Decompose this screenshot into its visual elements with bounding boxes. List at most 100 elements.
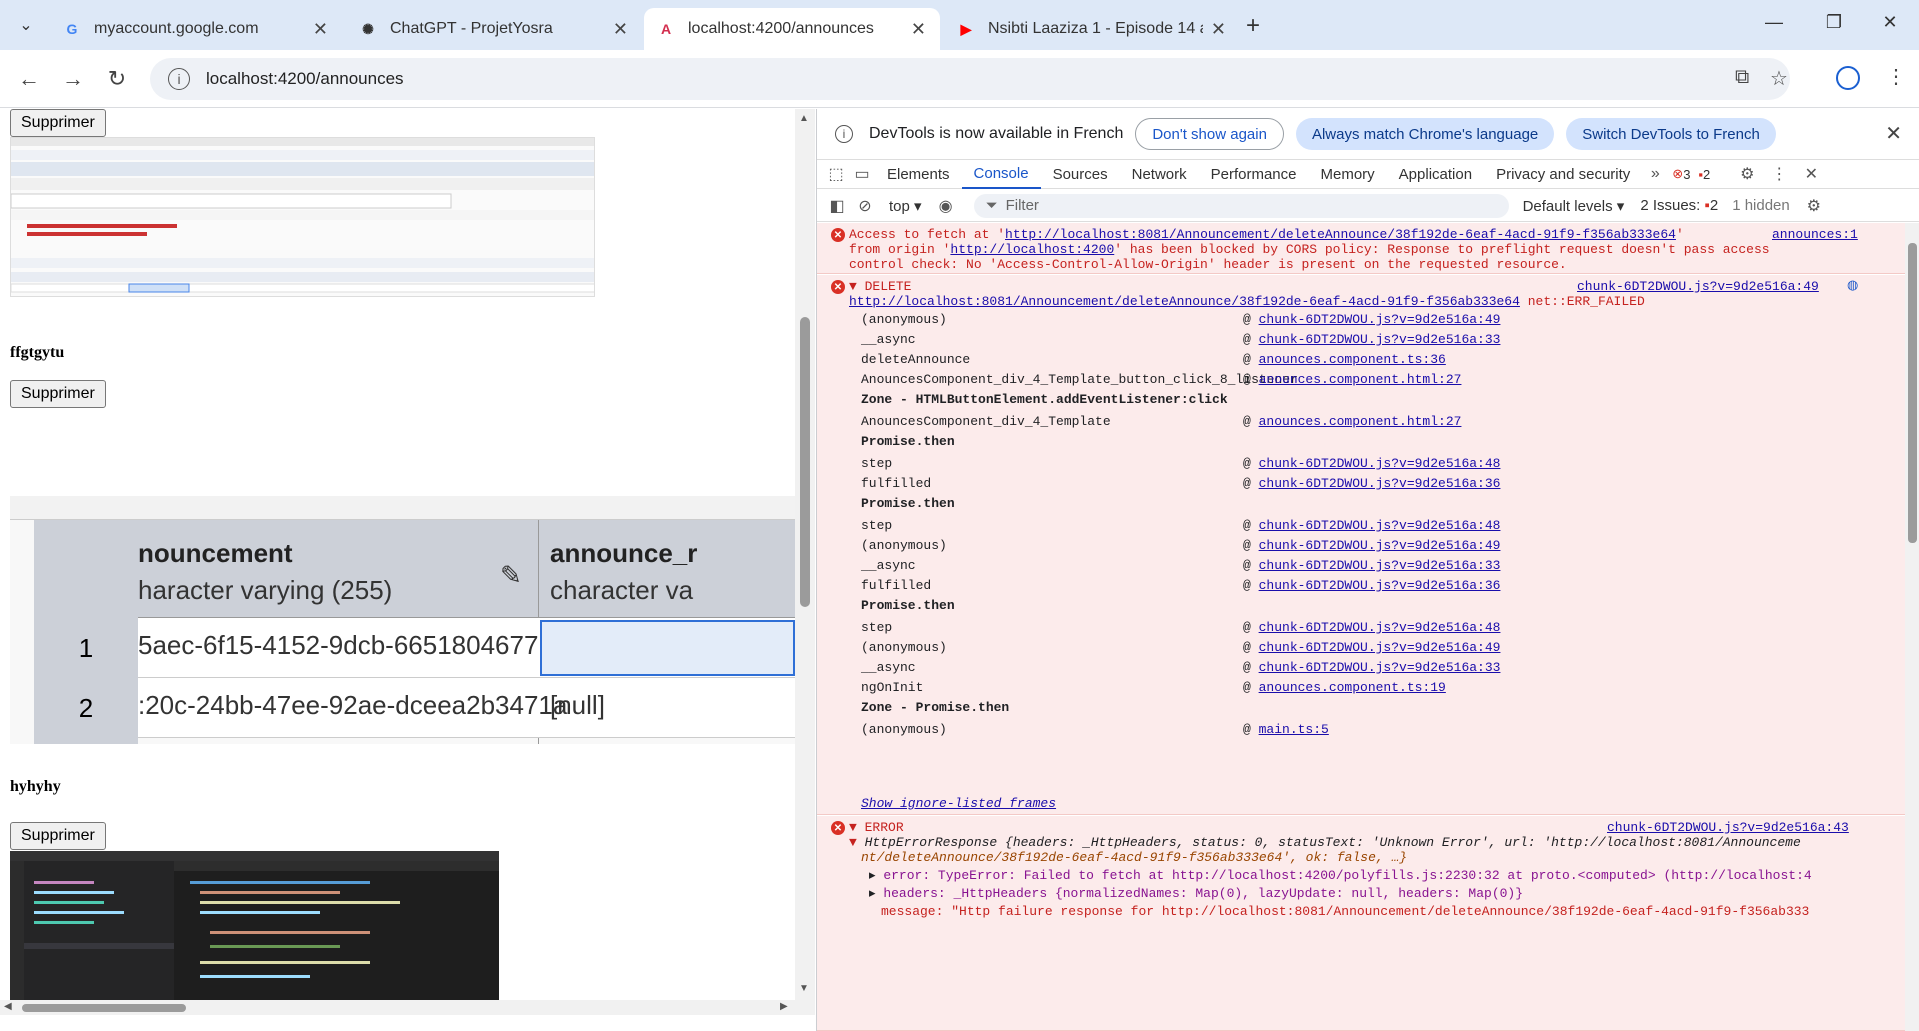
stack-frame-source-link[interactable]: chunk-6DT2DWOU.js?v=9d2e516a:36	[1259, 476, 1501, 491]
origin-link[interactable]: http://localhost:4200	[950, 242, 1114, 257]
stack-frame-source-link[interactable]: anounces.component.html:27	[1259, 414, 1462, 429]
stack-frame: __async	[861, 332, 916, 347]
translate-icon[interactable]: ⧉	[1735, 66, 1749, 89]
error-count-badge[interactable]: ⊗ 3	[1672, 166, 1690, 182]
tab-google-account[interactable]: G myaccount.google.com ✕	[50, 8, 342, 50]
tab-youtube[interactable]: ▶ Nsibti Laaziza 1 - Episode 14 a ✕	[944, 8, 1240, 50]
profile-avatar-icon[interactable]	[1836, 66, 1860, 90]
tab-console[interactable]: Console	[961, 159, 1041, 189]
tab-network[interactable]: Network	[1120, 159, 1199, 189]
tab-strip: ⌄ G myaccount.google.com ✕ ✺ ChatGPT - P…	[0, 0, 1919, 50]
stack-frame-source-link[interactable]: anounces.component.ts:19	[1259, 680, 1446, 695]
tab-application[interactable]: Application	[1387, 159, 1484, 189]
back-icon[interactable]: ←	[14, 66, 44, 92]
stack-frame-source: @ chunk-6DT2DWOU.js?v=9d2e516a:48	[1243, 620, 1501, 635]
source-link[interactable]: announces:1	[1772, 227, 1858, 242]
stack-frame-source-link[interactable]: chunk-6DT2DWOU.js?v=9d2e516a:48	[1259, 518, 1501, 533]
console-filter-input[interactable]: ⏷ Filter	[973, 193, 1509, 218]
scrollbar-thumb[interactable]	[22, 1004, 186, 1012]
inspect-element-icon[interactable]: ⬚	[823, 164, 849, 184]
always-match-language-button[interactable]: Always match Chrome's language	[1295, 118, 1555, 150]
site-info-icon[interactable]: i	[168, 68, 190, 90]
tab-performance[interactable]: Performance	[1199, 159, 1309, 189]
ai-insights-icon[interactable]: ◍	[1847, 278, 1858, 293]
more-tabs-icon[interactable]: »	[1642, 165, 1668, 183]
close-infobar-icon[interactable]: ✕	[1885, 121, 1902, 146]
scrollbar-thumb[interactable]	[800, 317, 810, 607]
tab-search-icon[interactable]: ⌄	[10, 10, 42, 40]
browser-menu-icon[interactable]: ⋮	[1886, 64, 1906, 89]
request-url-link[interactable]: http://localhost:8081/Announcement/delet…	[849, 294, 1520, 309]
close-icon[interactable]: ✕	[1211, 19, 1226, 40]
settings-gear-icon[interactable]: ⚙	[1734, 164, 1760, 184]
stack-frame-source-link[interactable]: chunk-6DT2DWOU.js?v=9d2e516a:36	[1259, 578, 1501, 593]
source-link[interactable]: chunk-6DT2DWOU.js?v=9d2e516a:49	[1577, 279, 1819, 294]
error-property[interactable]: ▸ error: TypeError: Failed to fetch at h…	[869, 868, 1812, 883]
tab-elements[interactable]: Elements	[875, 159, 962, 189]
minimize-icon[interactable]: —	[1754, 12, 1794, 33]
delete-button[interactable]: Supprimer	[10, 380, 106, 408]
scroll-down-icon[interactable]: ▼	[799, 983, 809, 994]
context-selector[interactable]: top ▾	[879, 197, 932, 215]
show-ignore-listed-frames-link[interactable]: Show ignore-listed frames	[861, 796, 1056, 811]
close-window-icon[interactable]: ✕	[1870, 12, 1910, 33]
live-expression-eye-icon[interactable]: ◉	[932, 196, 960, 216]
tab-chatgpt[interactable]: ✺ ChatGPT - ProjetYosra ✕	[346, 8, 642, 50]
close-icon[interactable]: ✕	[911, 19, 926, 40]
stack-frame-source-link[interactable]: anounces.component.html:27	[1259, 372, 1462, 387]
scroll-right-icon[interactable]: ▶	[780, 1001, 788, 1012]
scrollbar-thumb[interactable]	[1908, 243, 1917, 543]
new-tab-icon[interactable]: +	[1246, 12, 1260, 40]
stack-frame-source-link[interactable]: main.ts:5	[1259, 722, 1329, 737]
scroll-left-icon[interactable]: ◀	[4, 1001, 12, 1012]
warning-count-badge[interactable]: ▪ 2	[1698, 167, 1710, 182]
devtools-menu-icon[interactable]: ⋮	[1766, 164, 1792, 184]
console-scrollbar[interactable]	[1905, 223, 1919, 1031]
issues-counter[interactable]: 2 Issues: ▪2	[1640, 197, 1718, 214]
delete-url-line: http://localhost:8081/Announcement/delet…	[849, 294, 1645, 309]
stack-frame-source-link[interactable]: chunk-6DT2DWOU.js?v=9d2e516a:49	[1259, 640, 1501, 655]
request-url-link[interactable]: http://localhost:8081/Announcement/delet…	[1005, 227, 1676, 242]
bookmark-star-icon[interactable]: ☆	[1770, 66, 1788, 91]
delete-button[interactable]: Supprimer	[10, 109, 106, 137]
reload-icon[interactable]: ↻	[102, 66, 132, 92]
http-error-object-line-1[interactable]: ▼ HttpErrorResponse {headers: _HttpHeade…	[849, 835, 1801, 850]
stack-frame-source-link[interactable]: chunk-6DT2DWOU.js?v=9d2e516a:48	[1259, 456, 1501, 471]
stack-frame-source-link[interactable]: chunk-6DT2DWOU.js?v=9d2e516a:33	[1259, 558, 1501, 573]
stack-frame-source-link[interactable]: chunk-6DT2DWOU.js?v=9d2e516a:33	[1259, 332, 1501, 347]
tab-sources[interactable]: Sources	[1041, 159, 1120, 189]
expand-toggle[interactable]: ▼ DELETE	[849, 279, 911, 294]
close-devtools-icon[interactable]: ✕	[1798, 164, 1824, 184]
tab-title: localhost:4200/announces	[688, 20, 874, 37]
source-link[interactable]: chunk-6DT2DWOU.js?v=9d2e516a:43	[1607, 820, 1849, 835]
restore-icon[interactable]: ❐	[1814, 12, 1854, 33]
tab-localhost-announces[interactable]: A localhost:4200/announces ✕	[644, 8, 940, 50]
stack-frame-function: fulfilled	[861, 476, 932, 491]
close-icon[interactable]: ✕	[613, 19, 628, 40]
dont-show-again-button[interactable]: Don't show again	[1135, 118, 1284, 150]
expand-toggle[interactable]: ▼ ERROR	[849, 820, 904, 835]
device-toolbar-icon[interactable]: ▭	[849, 164, 875, 184]
stack-frame-source-link[interactable]: chunk-6DT2DWOU.js?v=9d2e516a:33	[1259, 660, 1501, 675]
scroll-up-icon[interactable]: ▲	[799, 113, 809, 124]
cell-id: :20c-24bb-47ee-92ae-dceea2b3471a	[138, 690, 568, 720]
console-settings-gear-icon[interactable]: ⚙	[1800, 196, 1828, 216]
forward-icon[interactable]: →	[58, 66, 88, 92]
stack-frame-source-link[interactable]: chunk-6DT2DWOU.js?v=9d2e516a:49	[1259, 312, 1501, 327]
address-bar[interactable]: i localhost:4200/announces ⧉ ☆	[150, 58, 1790, 100]
clear-console-icon[interactable]: ⊘	[851, 196, 879, 216]
tab-memory[interactable]: Memory	[1309, 159, 1387, 189]
page-horizontal-scrollbar[interactable]: ◀ ▶	[0, 1000, 795, 1015]
log-levels-dropdown[interactable]: Default levels ▾	[1523, 197, 1625, 215]
close-icon[interactable]: ✕	[313, 19, 328, 40]
vscode-screenshot-graphic	[10, 851, 499, 1001]
headers-property[interactable]: ▸ headers: _HttpHeaders {normalizedNames…	[869, 886, 1523, 901]
sidebar-toggle-icon[interactable]: ◧	[823, 196, 851, 216]
stack-frame-source-link[interactable]: chunk-6DT2DWOU.js?v=9d2e516a:48	[1259, 620, 1501, 635]
page-vertical-scrollbar[interactable]: ▲ ▼	[795, 109, 815, 1015]
stack-frame-source-link[interactable]: anounces.component.ts:36	[1259, 352, 1446, 367]
switch-to-french-button[interactable]: Switch DevTools to French	[1566, 118, 1776, 150]
stack-frame-source-link[interactable]: chunk-6DT2DWOU.js?v=9d2e516a:49	[1259, 538, 1501, 553]
tab-privacy-security[interactable]: Privacy and security	[1484, 159, 1642, 189]
delete-button[interactable]: Supprimer	[10, 822, 106, 850]
